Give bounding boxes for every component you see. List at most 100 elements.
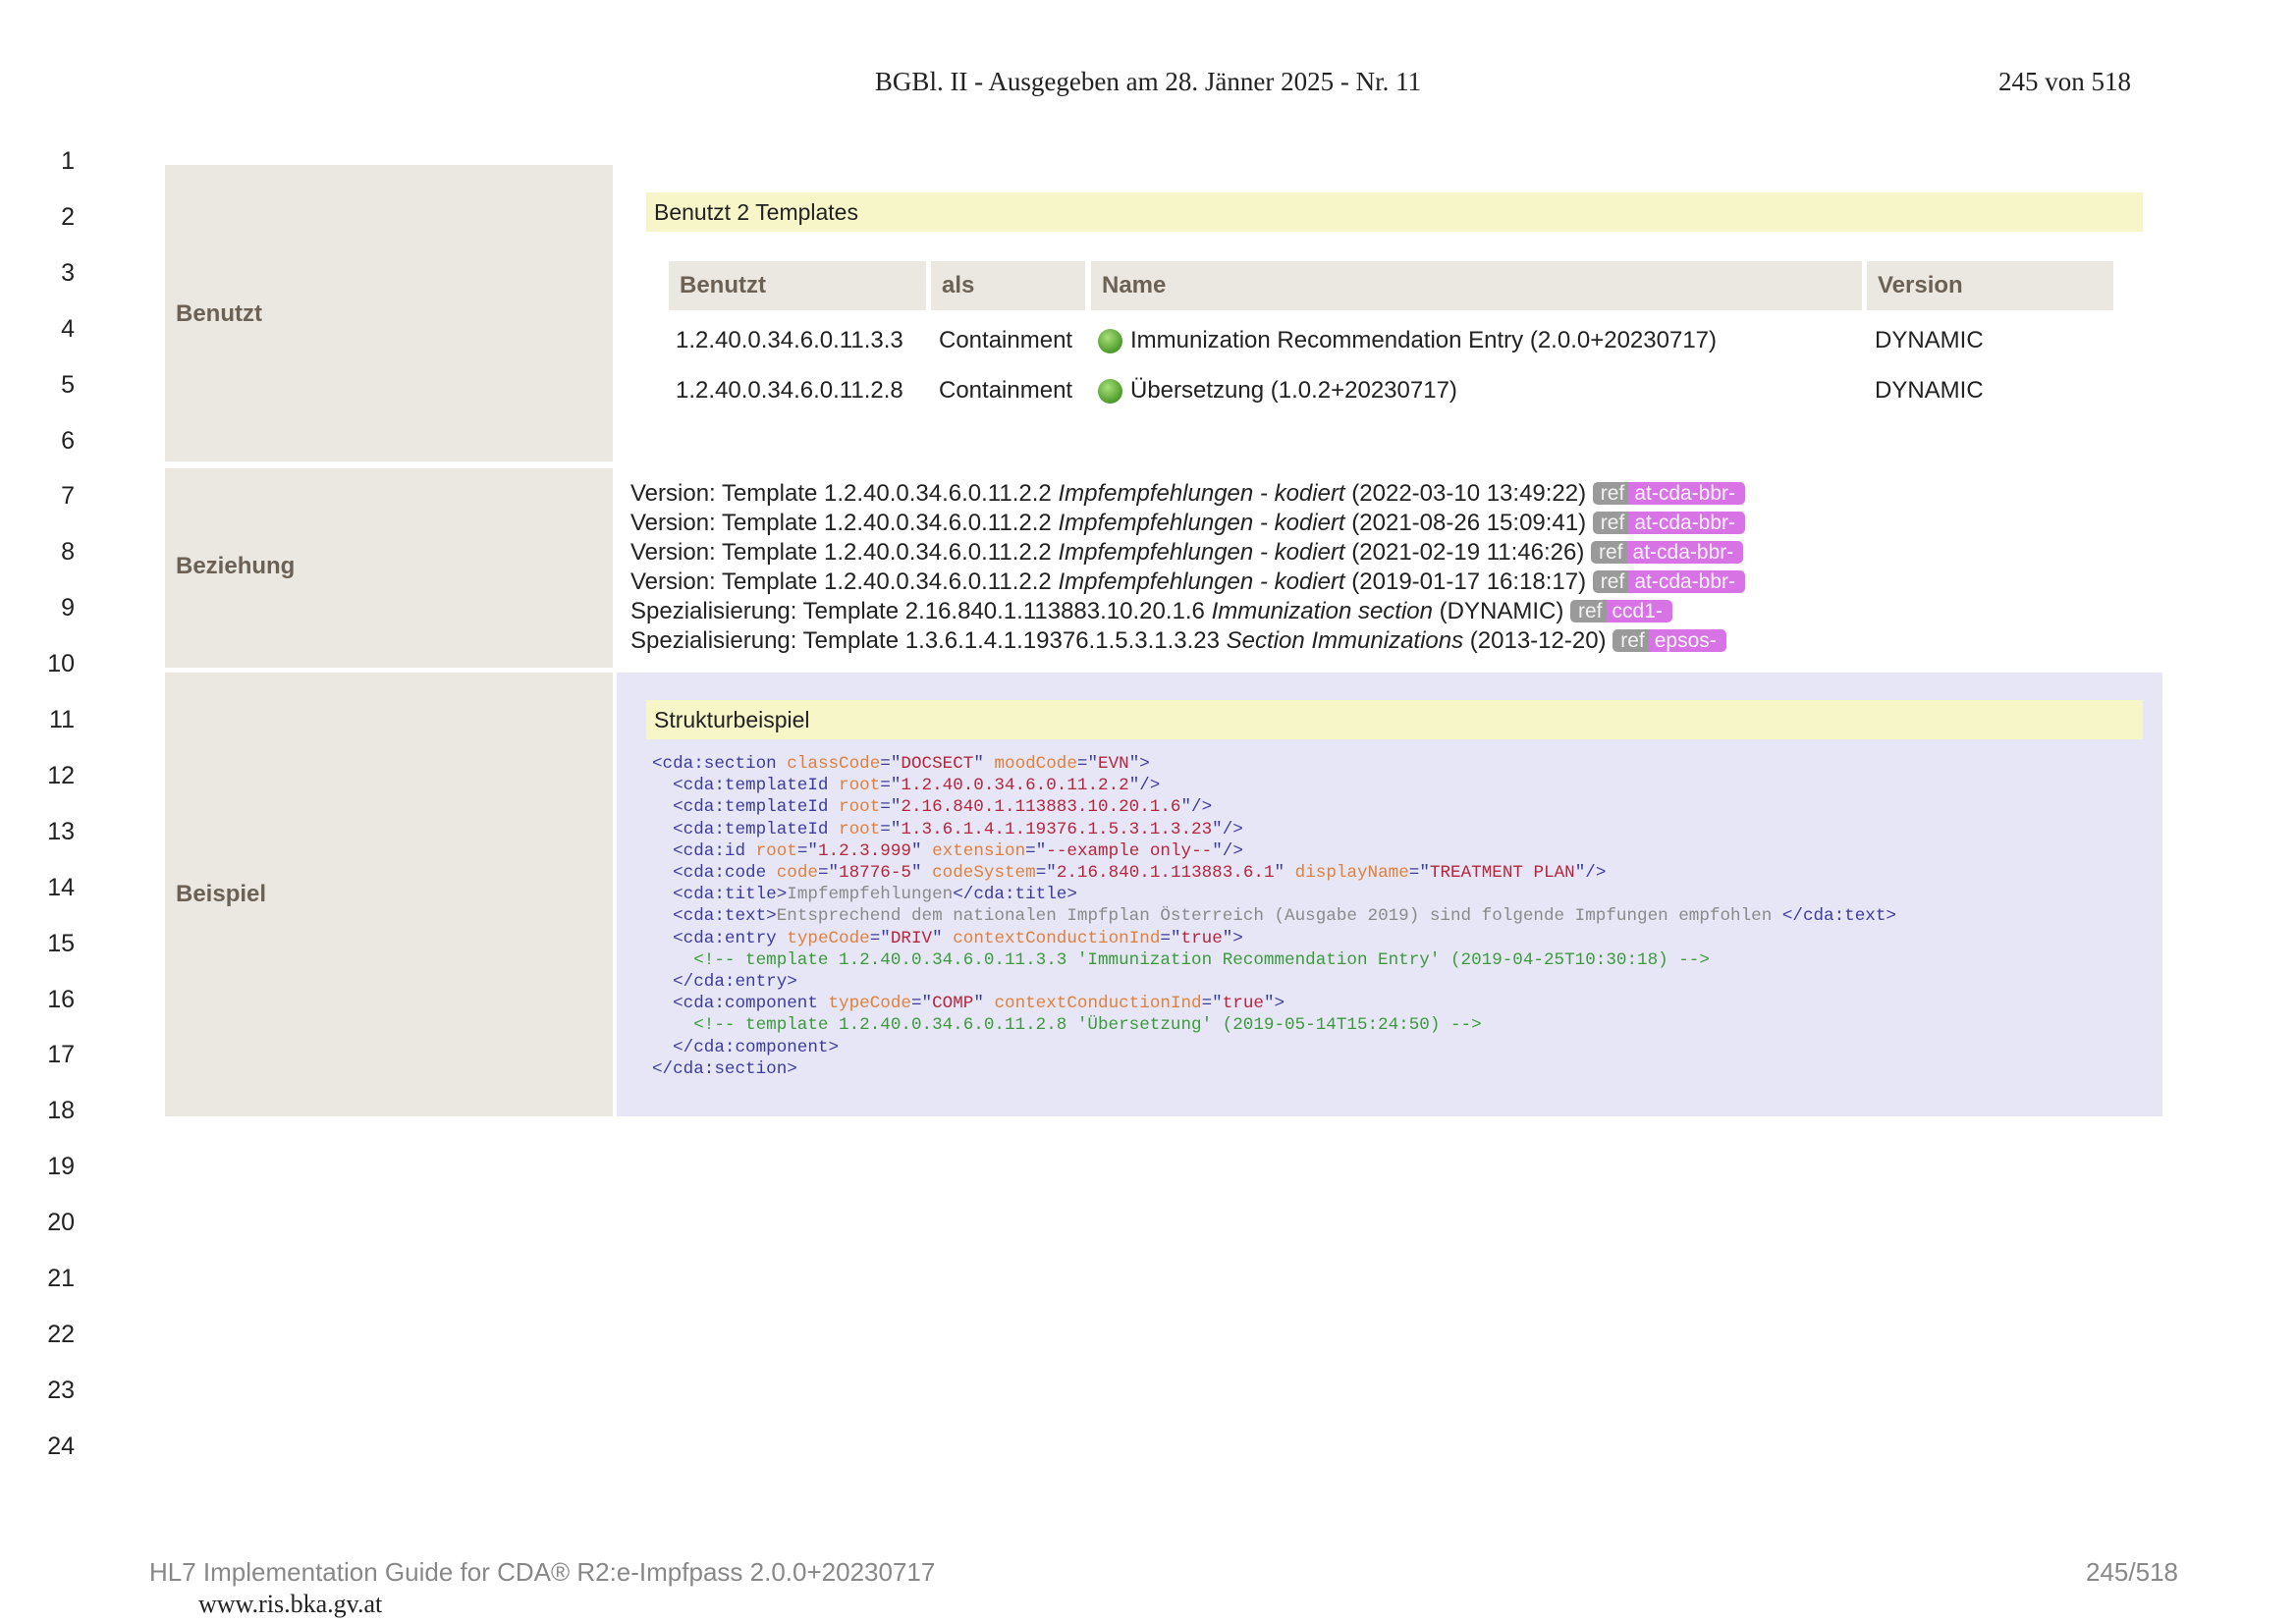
code-token: <cda:entry <box>652 928 788 948</box>
relation-prefix: Spezialisierung: Template 2.16.840.1.113… <box>630 598 1205 624</box>
code-token: typeCode <box>787 928 870 948</box>
row-name: Übersetzung (1.0.2+20230717) <box>1130 377 1457 404</box>
code-token: " <box>973 994 995 1014</box>
code-token: EVN <box>1098 754 1129 774</box>
code-token: " <box>1274 863 1295 884</box>
ref-badge[interactable]: ref epsos- <box>1613 628 1726 654</box>
code-token: =" <box>1076 754 1099 774</box>
line-number: 17 <box>47 1041 75 1069</box>
code-token: 1.2.3.999 <box>817 840 911 861</box>
code-token: true <box>1180 928 1223 948</box>
code-line: <cda:title>Impfempfehlungen</cda:title> <box>652 884 1896 905</box>
relation-template-name: Section Immunizations <box>1226 627 1464 654</box>
relation-suffix: (DYNAMIC) <box>1439 598 1564 624</box>
status-active-icon <box>1098 379 1122 404</box>
line-number: 22 <box>47 1320 75 1348</box>
relation-suffix: (2021‑08‑26 15:09:41) <box>1351 510 1587 536</box>
code-line: </cda:section> <box>652 1058 1896 1080</box>
relation-suffix: (2022‑03‑10 13:49:22) <box>1351 480 1587 507</box>
ref-prefix-tag: at-cda-bbr- <box>1628 570 1746 593</box>
code-token: =" <box>880 754 902 774</box>
ref-prefix-tag: at-cda-bbr- <box>1628 482 1746 505</box>
code-token: " <box>910 863 933 884</box>
code-token: DRIV <box>890 928 933 948</box>
footer-page-number: 245/518 <box>2086 1557 2178 1587</box>
row-name-link[interactable]: Immunization Recommendation Entry (2.0.0… <box>1098 327 1717 354</box>
beziehung-label: Beziehung <box>176 553 296 579</box>
code-token: <cda:templateId <box>652 797 840 818</box>
ref-label: ref <box>1592 482 1629 505</box>
row-version: DYNAMIC <box>1875 327 1984 353</box>
line-number: 15 <box>47 929 75 957</box>
code-token: 1.3.6.1.4.1.19376.1.5.3.1.3.23 <box>901 819 1213 839</box>
beispiel-bar: Strukturbeispiel <box>646 700 2143 739</box>
code-token: "/> <box>1212 840 1243 861</box>
ref-badge[interactable]: ref at-cda-bbr- <box>1592 569 1746 595</box>
code-token: =" <box>1035 863 1057 884</box>
code-token: "> <box>1222 928 1243 948</box>
code-token: =" <box>1025 840 1047 861</box>
code-token: =" <box>869 928 891 948</box>
line-number: 9 <box>61 594 75 622</box>
line-number: 20 <box>47 1209 75 1237</box>
code-token: "> <box>1263 994 1285 1014</box>
ref-badge[interactable]: ref at-cda-bbr- <box>1591 540 1744 566</box>
line-number: 21 <box>47 1265 75 1292</box>
row-name-link[interactable]: Übersetzung (1.0.2+20230717) <box>1098 377 1457 405</box>
ref-badge[interactable]: ref at-cda-bbr- <box>1592 481 1746 507</box>
code-line: <cda:component typeCode="COMP" contextCo… <box>652 993 1896 1014</box>
line-number: 6 <box>61 426 75 455</box>
code-token: root <box>839 819 881 839</box>
code-token: =" <box>1408 863 1430 884</box>
code-line: <cda:templateId root="1.3.6.1.4.1.19376.… <box>652 819 1896 840</box>
code-token: extension <box>932 840 1026 861</box>
ref-badge[interactable]: ref at-cda-bbr- <box>1592 511 1746 536</box>
code-token: " <box>973 754 995 774</box>
relation-item: Spezialisierung: Template 2.16.840.1.113… <box>630 597 1672 626</box>
relation-item: Spezialisierung: Template 1.3.6.1.4.1.19… <box>630 626 1726 656</box>
code-token: <cda:title> <box>652 885 788 905</box>
relation-template-name: Impfempfehlungen - kodiert <box>1058 510 1345 536</box>
line-number: 3 <box>61 258 75 287</box>
code-token: "/> <box>1212 819 1243 839</box>
line-number: 24 <box>47 1432 75 1460</box>
benutzt-label-cell: Benutzt <box>165 165 613 461</box>
code-token: <!-- template 1.2.40.0.34.6.0.11.3.3 'Im… <box>652 949 1710 970</box>
ref-prefix-tag: at-cda-bbr- <box>1626 541 1744 564</box>
code-token: <cda:text> <box>652 906 777 927</box>
ref-prefix-tag: at-cda-bbr- <box>1628 512 1746 534</box>
row-name: Immunization Recommendation Entry (2.0.0… <box>1130 327 1717 353</box>
code-token: codeSystem <box>932 863 1036 884</box>
code-token: "/> <box>1574 863 1607 884</box>
code-line: <cda:templateId root="2.16.840.1.113883.… <box>652 796 1896 818</box>
relation-template-name: Impfempfehlungen - kodiert <box>1058 568 1345 595</box>
line-number: 2 <box>61 202 75 231</box>
ref-label: ref <box>1570 600 1607 622</box>
relation-template-name: Impfempfehlungen - kodiert <box>1058 480 1345 507</box>
code-token: 2.16.840.1.113883.6.1 <box>1056 863 1275 884</box>
code-token: =" <box>880 797 902 818</box>
code-token: "/> <box>1128 776 1161 796</box>
code-token: TREATMENT PLAN <box>1429 863 1575 884</box>
code-token: =" <box>817 863 840 884</box>
relation-item: Version: Template 1.2.40.0.34.6.0.11.2.2… <box>630 509 1746 538</box>
page-header-pagenumber: 245 von 518 <box>1998 67 2131 96</box>
code-token: 2.16.840.1.113883.10.20.1.6 <box>901 797 1181 818</box>
footer-url-link[interactable]: www.ris.bka.gv.at <box>198 1590 382 1619</box>
row-template-id: 1.2.40.0.34.6.0.11.3.3 <box>676 327 903 353</box>
code-line: <!-- template 1.2.40.0.34.6.0.11.2.8 'Üb… <box>652 1014 1896 1036</box>
row-version: DYNAMIC <box>1875 377 1984 404</box>
code-token: root <box>839 797 881 818</box>
code-token: <cda:templateId <box>652 776 840 796</box>
code-line: <!-- template 1.2.40.0.34.6.0.11.3.3 'Im… <box>652 949 1896 971</box>
line-number: 19 <box>47 1153 75 1181</box>
line-number: 16 <box>47 985 75 1013</box>
beispiel-label-cell: Beispiel <box>165 673 613 1116</box>
line-number: 7 <box>61 482 75 511</box>
ref-prefix-tag: ccd1- <box>1606 600 1672 622</box>
code-token: typeCode <box>828 994 911 1014</box>
code-token: <cda:section <box>652 754 788 774</box>
code-token: </cda:component> <box>652 1037 840 1057</box>
relation-template-name: Impfempfehlungen - kodiert <box>1058 539 1345 566</box>
ref-badge[interactable]: ref ccd1- <box>1570 599 1672 624</box>
